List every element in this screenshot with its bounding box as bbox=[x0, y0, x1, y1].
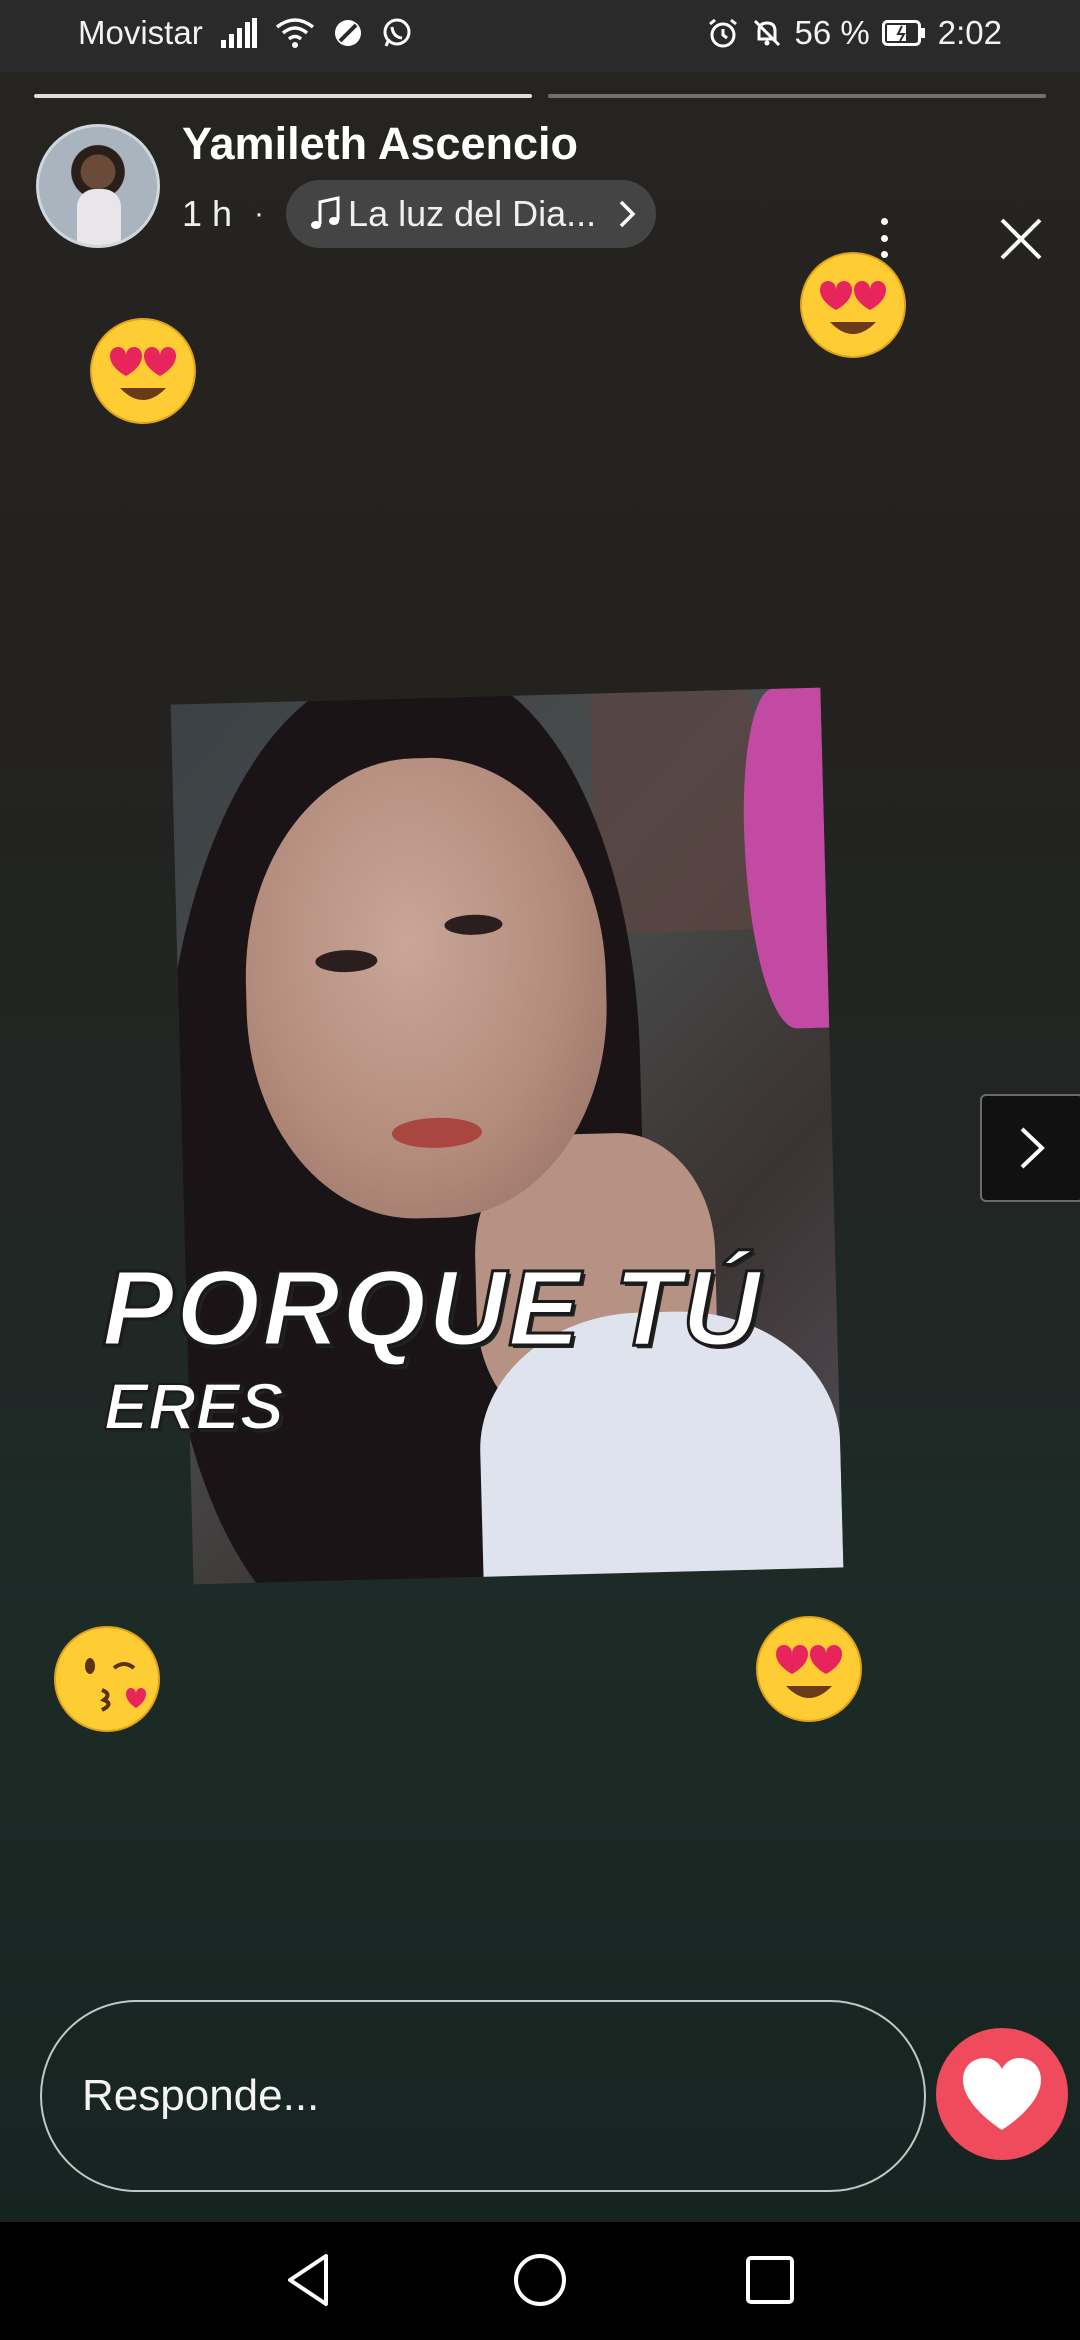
overlay-subtitle: ERES bbox=[103, 1368, 285, 1444]
heart-eyes-emoji bbox=[90, 318, 196, 424]
reply-input[interactable]: Responde... bbox=[40, 2000, 926, 2192]
story-username[interactable]: Yamileth Ascencio bbox=[182, 118, 578, 170]
reply-placeholder: Responde... bbox=[82, 2071, 320, 2120]
kissing-heart-emoji bbox=[54, 1626, 160, 1732]
system-nav-bar bbox=[0, 2222, 1080, 2340]
mute-icon bbox=[751, 17, 783, 49]
home-nav-icon[interactable] bbox=[508, 2248, 572, 2312]
recents-nav-icon[interactable] bbox=[738, 2248, 802, 2312]
overlay-title: PORQUE TÚ bbox=[100, 1246, 763, 1370]
story-time: 1 h bbox=[182, 193, 233, 234]
heart-icon bbox=[963, 2058, 1041, 2130]
story-meta: 1 h · La luz del Dia... bbox=[182, 180, 657, 248]
battery-icon bbox=[881, 20, 926, 46]
avatar[interactable] bbox=[36, 124, 160, 248]
progress-segment bbox=[34, 94, 532, 98]
music-note-icon bbox=[310, 196, 340, 232]
heart-eyes-emoji bbox=[756, 1616, 862, 1722]
close-icon bbox=[1000, 218, 1042, 260]
chevron-right-icon bbox=[618, 199, 636, 229]
heart-eyes-emoji bbox=[800, 252, 906, 358]
story-photo bbox=[170, 687, 844, 1585]
back-nav-icon[interactable] bbox=[278, 2248, 342, 2312]
clock-time: 2:02 bbox=[937, 14, 1002, 51]
chevron-right-icon bbox=[1020, 1127, 1045, 1169]
whatsapp-icon bbox=[381, 17, 413, 49]
status-bar: Movistar 56 % 2:02 bbox=[0, 0, 1080, 72]
carrier-name: Movistar bbox=[78, 14, 203, 51]
next-story-button[interactable] bbox=[980, 1094, 1080, 1202]
music-title: La luz del Dia... bbox=[348, 193, 597, 234]
signal-icon bbox=[220, 18, 257, 48]
wifi-icon bbox=[275, 17, 315, 49]
story-progress bbox=[34, 94, 1046, 98]
close-button[interactable] bbox=[994, 212, 1048, 266]
music-pill[interactable]: La luz del Dia... bbox=[286, 180, 657, 248]
blocked-icon bbox=[333, 18, 363, 48]
separator: · bbox=[254, 197, 265, 230]
alarm-icon bbox=[707, 17, 739, 49]
like-button[interactable] bbox=[936, 2028, 1068, 2160]
progress-segment bbox=[548, 94, 1046, 98]
battery-percent: 56 % bbox=[794, 14, 870, 51]
